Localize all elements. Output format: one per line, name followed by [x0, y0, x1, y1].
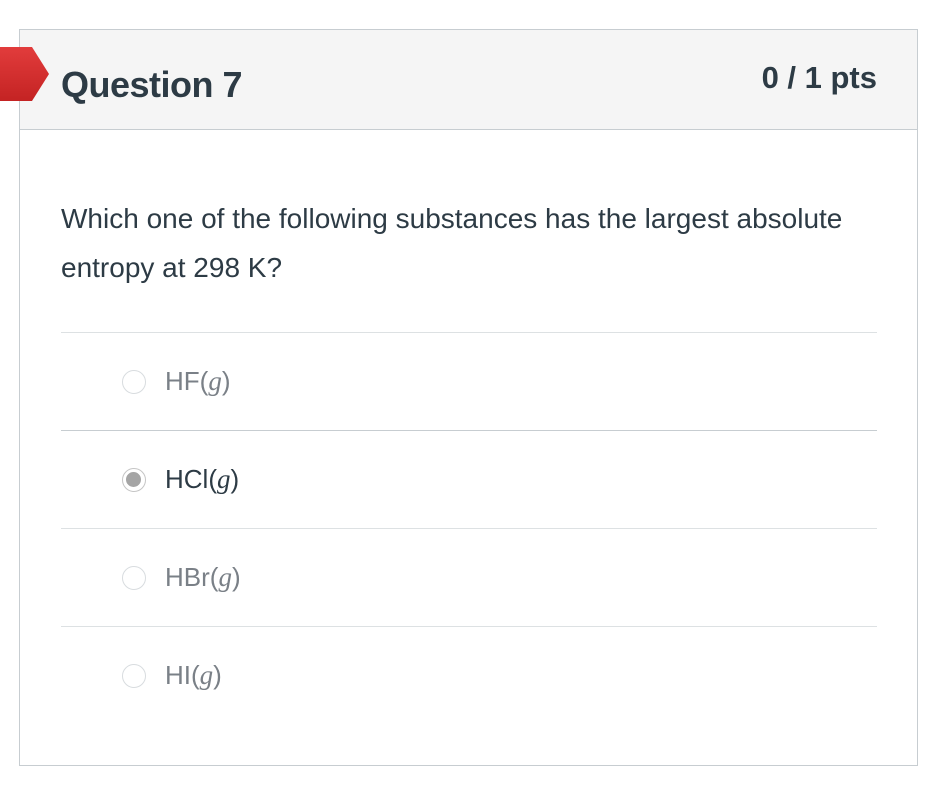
radio-button-selected[interactable]	[122, 468, 146, 492]
answer-label: HCl(g)	[165, 464, 240, 494]
radio-button[interactable]	[122, 370, 146, 394]
question-card: Question 7 0 / 1 pts Which one of the fo…	[19, 29, 918, 766]
answer-label: HF(g)	[165, 366, 231, 396]
answer-label: HI(g)	[165, 660, 222, 690]
answer-option-hi[interactable]: HI(g)	[61, 626, 877, 724]
incorrect-flag-icon	[0, 47, 49, 101]
question-text: Which one of the following substances ha…	[61, 203, 843, 283]
radio-button[interactable]	[122, 664, 146, 688]
question-header: Question 7 0 / 1 pts	[20, 30, 917, 130]
question-points: 0 / 1 pts	[761, 60, 877, 95]
answer-option-hf[interactable]: HF(g)	[61, 332, 877, 430]
answer-label: HBr(g)	[165, 562, 241, 592]
question-title: Question 7	[61, 64, 243, 105]
answer-list: HF(g) HCl(g) HBr(g) HI(g)	[61, 332, 877, 724]
answer-option-hcl[interactable]: HCl(g)	[61, 430, 877, 528]
answer-option-hbr[interactable]: HBr(g)	[61, 528, 877, 626]
radio-button[interactable]	[122, 566, 146, 590]
